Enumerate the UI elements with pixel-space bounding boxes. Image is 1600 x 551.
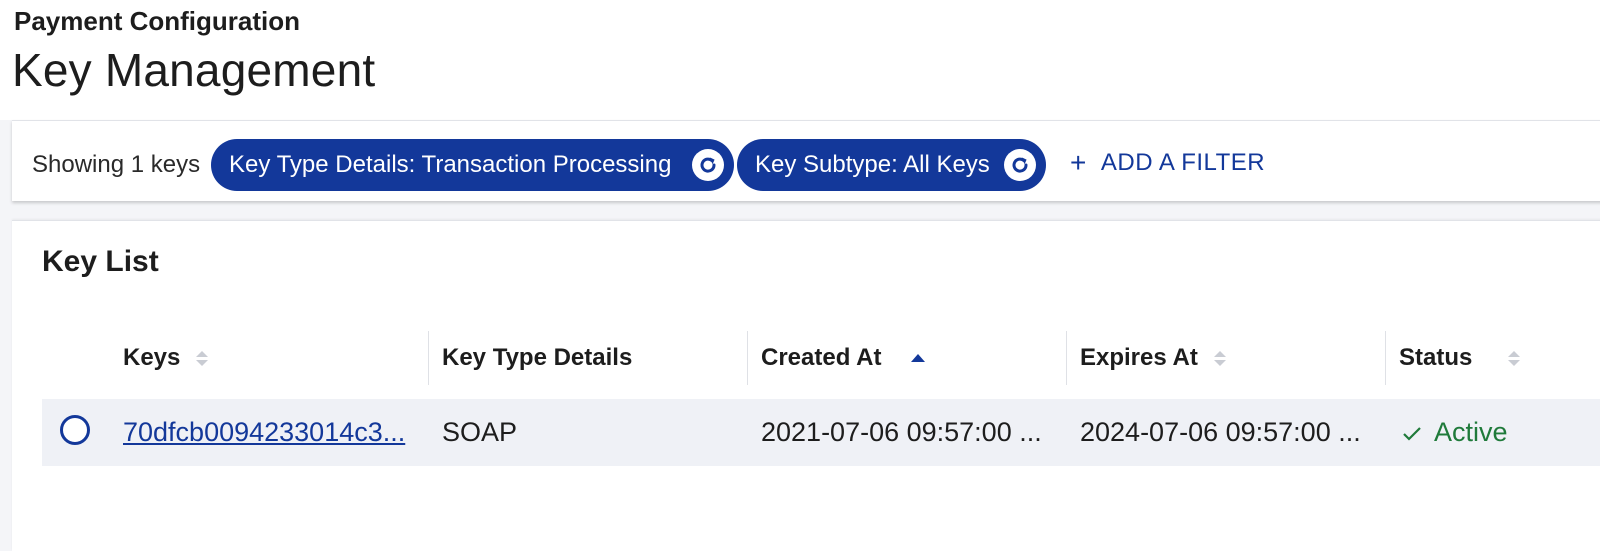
card-title: Key List — [42, 245, 159, 278]
column-header-keys[interactable]: Keys — [123, 331, 209, 385]
column-header-created-at[interactable]: Created At — [761, 331, 926, 385]
column-header-key-type-details[interactable]: Key Type Details — [442, 331, 632, 385]
column-divider — [1385, 331, 1386, 385]
check-icon — [1402, 417, 1422, 448]
column-header-expires-at[interactable]: Expires At — [1080, 331, 1226, 385]
sort-ascending-icon[interactable] — [911, 354, 926, 362]
sort-icon[interactable] — [196, 350, 209, 366]
key-type-cell: SOAP — [442, 417, 518, 447]
result-count: Showing 1 keys — [32, 151, 201, 178]
column-label: Created At — [761, 344, 882, 371]
sort-icon[interactable] — [1213, 350, 1226, 366]
column-divider — [747, 331, 748, 385]
add-filter-button[interactable]: + ADD A FILTER — [1070, 149, 1265, 177]
add-filter-label: ADD A FILTER — [1100, 149, 1266, 176]
page-title: Key Management — [12, 44, 376, 96]
sort-icon[interactable] — [1508, 350, 1521, 366]
reset-filter-icon[interactable] — [692, 149, 724, 181]
column-label: Status — [1399, 344, 1473, 371]
expires-at-cell: 2024-07-06 09:57:00 ... — [1080, 417, 1361, 447]
key-link[interactable]: 70dfcb0094233014c3... — [123, 417, 405, 448]
filter-bar: Showing 1 keys Key Type Details: Transac… — [12, 120, 1600, 201]
column-header-status[interactable]: Status — [1399, 331, 1521, 385]
page-header: Payment Configuration Key Management — [0, 0, 1600, 120]
column-label: Key Type Details — [442, 344, 633, 371]
filter-chip-key-type[interactable]: Key Type Details: Transaction Processing — [211, 139, 734, 191]
created-at-cell: 2021-07-06 09:57:00 ... — [761, 417, 1042, 447]
filter-chip-key-subtype[interactable]: Key Subtype: All Keys — [737, 139, 1046, 191]
status-badge: Active — [1402, 417, 1508, 448]
filter-chip-label: Key Type Details: Transaction Processing — [229, 151, 672, 178]
reset-filter-icon[interactable] — [1004, 149, 1036, 181]
column-label: Keys — [123, 344, 181, 371]
status-label: Active — [1434, 417, 1508, 447]
plus-icon: + — [1070, 147, 1087, 178]
filter-chip-label: Key Subtype: All Keys — [755, 151, 990, 178]
column-divider — [428, 331, 429, 385]
row-select-radio[interactable] — [60, 415, 90, 445]
key-list-card: Key List Keys Key Type Details Created A… — [12, 220, 1600, 551]
column-divider — [1066, 331, 1067, 385]
column-label: Expires At — [1080, 344, 1198, 371]
breadcrumb[interactable]: Payment Configuration — [14, 6, 300, 37]
table-row[interactable]: 70dfcb0094233014c3... SOAP 2021-07-06 09… — [42, 399, 1600, 466]
